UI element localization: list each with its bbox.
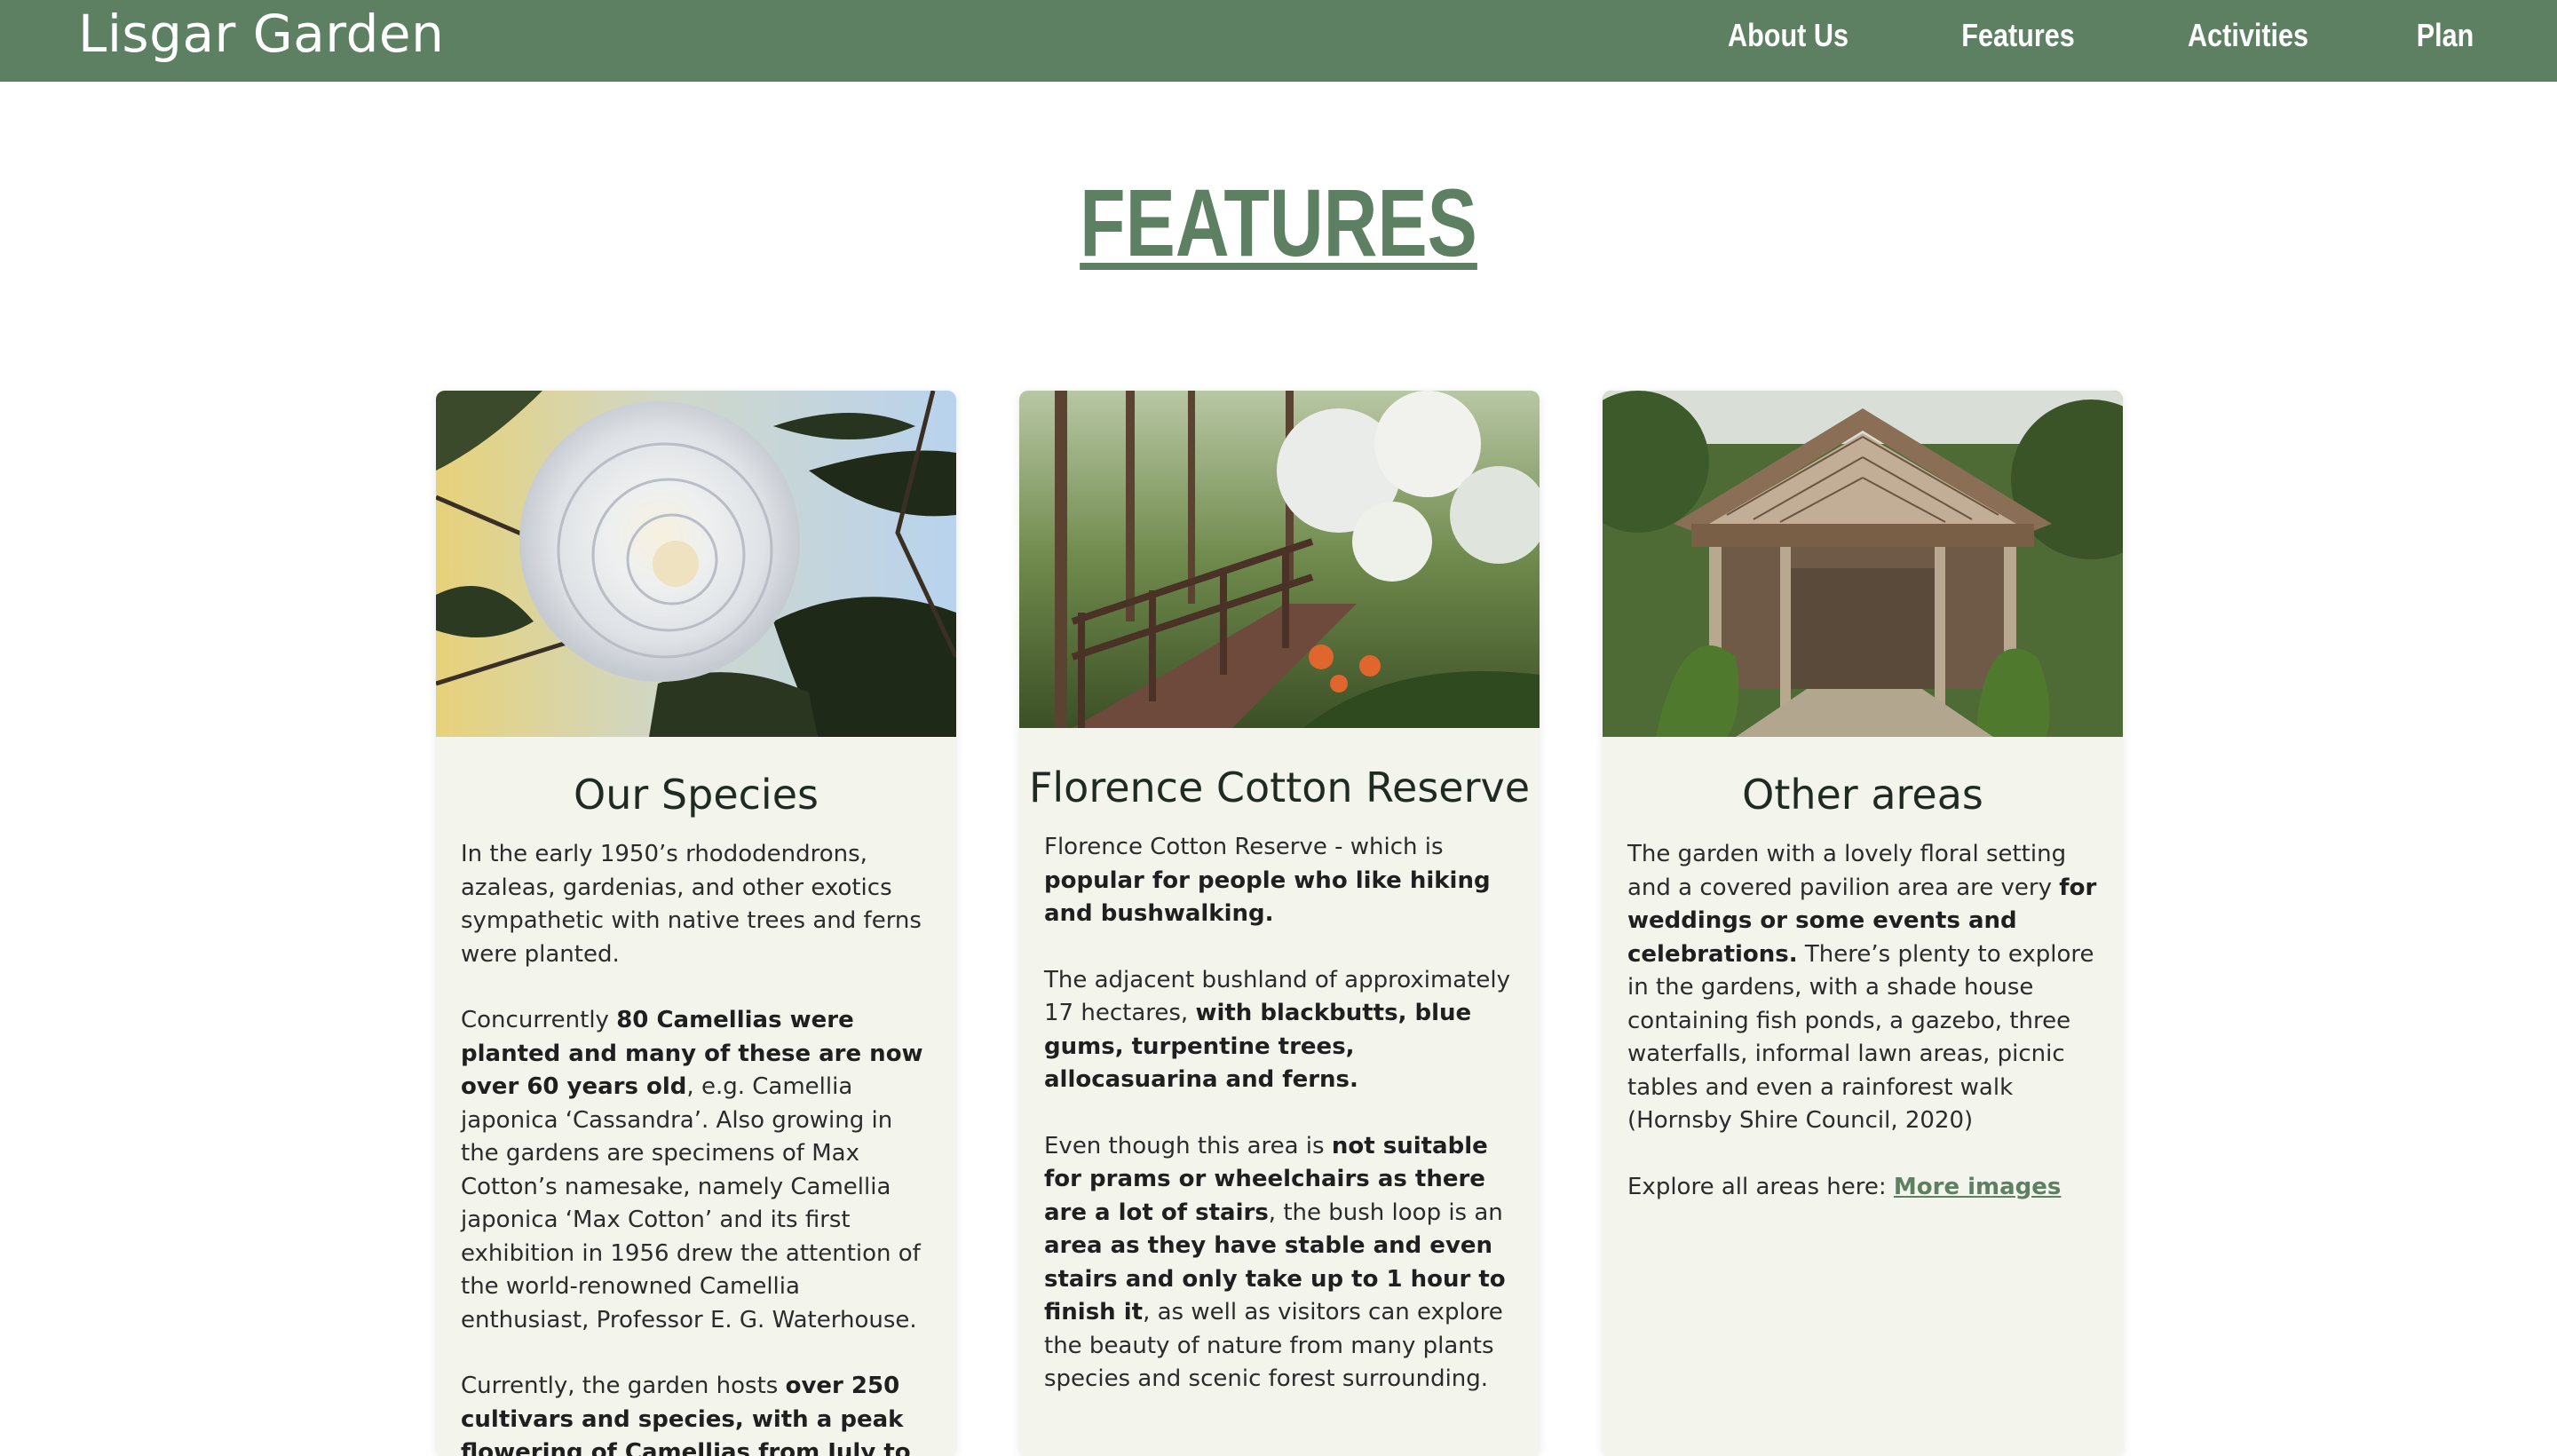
card-body: Florence Cotton Reserve - which is popul… xyxy=(1019,831,1540,1397)
body-text: There’s plenty to explore in the gardens… xyxy=(1627,940,2094,1135)
card-title: Other areas xyxy=(1742,771,1983,819)
card-body: The garden with a lovely floral setting … xyxy=(1603,838,2123,1204)
site-header: Lisgar Garden About Us Features Activiti… xyxy=(0,0,2557,82)
card-paragraph: In the early 1950’s rhododendrons, azale… xyxy=(461,838,933,971)
card-other-areas: Other areas The garden with a lovely flo… xyxy=(1603,391,2123,1456)
card-paragraph: Even though this area is not suitable fo… xyxy=(1044,1130,1516,1397)
body-text: In the early 1950’s rhododendrons, azale… xyxy=(461,841,922,968)
nav-about-us[interactable]: About Us xyxy=(1728,17,1848,54)
card-paragraph: Currently, the garden hosts over 250 cul… xyxy=(461,1370,933,1456)
card-title: Our Species xyxy=(574,771,819,819)
card-title: Florence Cotton Reserve xyxy=(1028,764,1531,811)
card-our-species: Our Species In the early 1950’s rhododen… xyxy=(436,391,956,1456)
body-text: , e.g. Camellia japonica ‘Cassandra’. Al… xyxy=(461,1073,921,1333)
emphasis-text: popular for people who like hiking and b… xyxy=(1044,866,1491,928)
body-text: Concurrently xyxy=(461,1007,617,1033)
card-paragraph: Explore all areas here: More images xyxy=(1627,1171,2100,1205)
card-paragraph: Florence Cotton Reserve - which is popul… xyxy=(1044,831,1516,931)
card-florence-cotton-reserve: Florence Cotton Reserve Florence Cotton … xyxy=(1019,391,1540,1456)
body-text: Even though this area is xyxy=(1044,1132,1332,1159)
main-nav: About Us Features Activities Plan xyxy=(1717,0,2479,71)
body-text: Currently, the garden hosts xyxy=(461,1373,786,1399)
nav-plan[interactable]: Plan xyxy=(2417,17,2474,54)
page-title-text: FEATURES xyxy=(1080,169,1477,276)
body-text: , the bush loop is an xyxy=(1268,1199,1503,1226)
body-text: The garden with a lovely floral setting … xyxy=(1627,841,2067,901)
card-paragraph: The adjacent bushland of approximately 1… xyxy=(1044,964,1516,1097)
body-text: Florence Cotton Reserve - which is xyxy=(1044,834,1444,860)
more-images-link[interactable]: More images xyxy=(1894,1174,2062,1200)
nav-activities[interactable]: Activities xyxy=(2188,17,2308,54)
camellia-flower-image xyxy=(436,391,956,737)
card-paragraph: The garden with a lovely floral setting … xyxy=(1627,838,2100,1138)
card-paragraph: Concurrently 80 Camellias were planted a… xyxy=(461,1004,933,1337)
page-title: FEATURES xyxy=(0,174,2557,272)
pavilion-image xyxy=(1603,391,2123,737)
boardwalk-image xyxy=(1019,391,1540,728)
site-logo[interactable]: Lisgar Garden xyxy=(78,4,444,64)
body-text: Explore all areas here: xyxy=(1627,1173,1894,1200)
nav-features[interactable]: Features xyxy=(1961,17,2075,54)
card-body: In the early 1950’s rhododendrons, azale… xyxy=(436,838,956,1456)
